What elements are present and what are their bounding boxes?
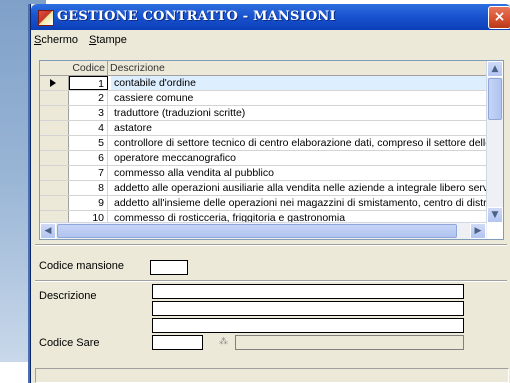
cell-codice[interactable]: 4 bbox=[69, 121, 108, 135]
descrizione-field-line-3[interactable] bbox=[152, 318, 464, 333]
cell-codice[interactable]: 8 bbox=[69, 181, 108, 195]
table-row[interactable]: 5 controllore di settore tecnico di cent… bbox=[40, 136, 486, 151]
scroll-up-button[interactable]: ▲ bbox=[487, 61, 503, 77]
column-header-codice[interactable]: Codice bbox=[69, 61, 108, 75]
table-row[interactable]: 6 operatore meccanografico bbox=[40, 151, 486, 166]
row-selector[interactable] bbox=[40, 196, 69, 210]
cell-descrizione[interactable]: commesso alla vendita al pubblico bbox=[111, 166, 486, 180]
row-selector[interactable] bbox=[40, 151, 69, 165]
current-row-pointer-icon bbox=[50, 79, 56, 87]
codice-mansione-label: Codice mansione bbox=[39, 260, 124, 272]
main-window: GESTIONE CONTRATTO - MANSIONI × Schermo … bbox=[30, 4, 510, 383]
column-header-descrizione[interactable]: Descrizione bbox=[110, 61, 165, 75]
row-selector[interactable] bbox=[40, 121, 69, 135]
row-selector[interactable] bbox=[40, 181, 69, 195]
cell-codice[interactable]: 5 bbox=[69, 136, 108, 150]
cell-descrizione[interactable]: astatore bbox=[111, 121, 486, 135]
cell-descrizione[interactable]: operatore meccanografico bbox=[111, 151, 486, 165]
menu-schermo-label: chermo bbox=[41, 34, 79, 46]
table-row[interactable]: 9 addetto all'insieme delle operazioni n… bbox=[40, 196, 486, 211]
row-selector[interactable] bbox=[40, 76, 69, 90]
row-selector[interactable] bbox=[40, 91, 69, 105]
row-selector[interactable] bbox=[40, 136, 69, 150]
cell-codice[interactable]: 7 bbox=[69, 166, 108, 180]
table-row[interactable]: 7 commesso alla vendita al pubblico bbox=[40, 166, 486, 181]
descrizione-field-line-1[interactable] bbox=[152, 284, 464, 299]
horizontal-scrollbar[interactable]: ◀ ▶ bbox=[40, 222, 487, 239]
status-bar bbox=[35, 368, 509, 383]
divider bbox=[35, 244, 507, 246]
cell-descrizione[interactable]: controllore di settore tecnico di centro… bbox=[111, 136, 486, 150]
grid-header: Codice Descrizione bbox=[40, 61, 486, 76]
cell-descrizione[interactable]: cassiere comune bbox=[111, 91, 486, 105]
table-row[interactable]: 2 cassiere comune bbox=[40, 91, 486, 106]
cell-codice[interactable]: 3 bbox=[69, 106, 108, 120]
vertical-scrollbar[interactable]: ▲ ▼ bbox=[486, 61, 503, 223]
cell-codice[interactable]: 1 bbox=[69, 76, 108, 90]
cell-codice[interactable]: 2 bbox=[69, 91, 108, 105]
menu-bar: Schermo Stampe bbox=[31, 30, 510, 50]
codice-mansione-field[interactable] bbox=[150, 260, 188, 275]
cell-descrizione[interactable]: contabile d'ordine bbox=[111, 76, 486, 90]
descrizione-label: Descrizione bbox=[39, 290, 97, 302]
table-row[interactable]: 1 contabile d'ordine bbox=[40, 76, 486, 91]
vertical-scroll-thumb[interactable] bbox=[488, 78, 502, 120]
menu-stampe-label: tampe bbox=[96, 34, 127, 46]
window-title: GESTIONE CONTRATTO - MANSIONI bbox=[57, 9, 336, 24]
codice-sare-description-field bbox=[235, 335, 464, 350]
cell-codice[interactable]: 9 bbox=[69, 196, 108, 210]
cell-descrizione[interactable]: addetto all'insieme delle operazioni nei… bbox=[111, 196, 486, 210]
cell-descrizione[interactable]: addetto alle operazioni ausiliarie alla … bbox=[111, 181, 486, 195]
scroll-down-button[interactable]: ▼ bbox=[487, 207, 503, 223]
sare-lookup-icon[interactable]: ⁂ bbox=[219, 337, 228, 347]
table-row[interactable]: 8 addetto alle operazioni ausiliarie all… bbox=[40, 181, 486, 196]
row-selector[interactable] bbox=[40, 166, 69, 180]
cell-codice[interactable]: 6 bbox=[69, 151, 108, 165]
descrizione-field-line-2[interactable] bbox=[152, 301, 464, 316]
app-icon bbox=[38, 10, 54, 26]
cell-descrizione[interactable]: traduttore (traduzioni scritte) bbox=[111, 106, 486, 120]
divider bbox=[35, 280, 507, 282]
codice-sare-label: Codice Sare bbox=[39, 337, 100, 349]
close-button[interactable]: × bbox=[488, 6, 510, 29]
scroll-right-button[interactable]: ▶ bbox=[470, 223, 486, 239]
grid-rows: 1 contabile d'ordine 2 cassiere comune 3… bbox=[40, 76, 486, 226]
row-selector[interactable] bbox=[40, 106, 69, 120]
title-bar[interactable]: GESTIONE CONTRATTO - MANSIONI × bbox=[31, 4, 510, 30]
mansioni-grid[interactable]: Codice Descrizione 1 contabile d'ordine … bbox=[39, 60, 504, 240]
table-row[interactable]: 4 astatore bbox=[40, 121, 486, 136]
menu-stampe[interactable]: Stampe bbox=[89, 34, 127, 46]
scroll-left-button[interactable]: ◀ bbox=[40, 223, 56, 239]
codice-sare-field[interactable] bbox=[152, 335, 203, 350]
table-row[interactable]: 3 traduttore (traduzioni scritte) bbox=[40, 106, 486, 121]
horizontal-scroll-thumb[interactable] bbox=[57, 224, 457, 238]
menu-schermo[interactable]: Schermo bbox=[34, 34, 78, 46]
